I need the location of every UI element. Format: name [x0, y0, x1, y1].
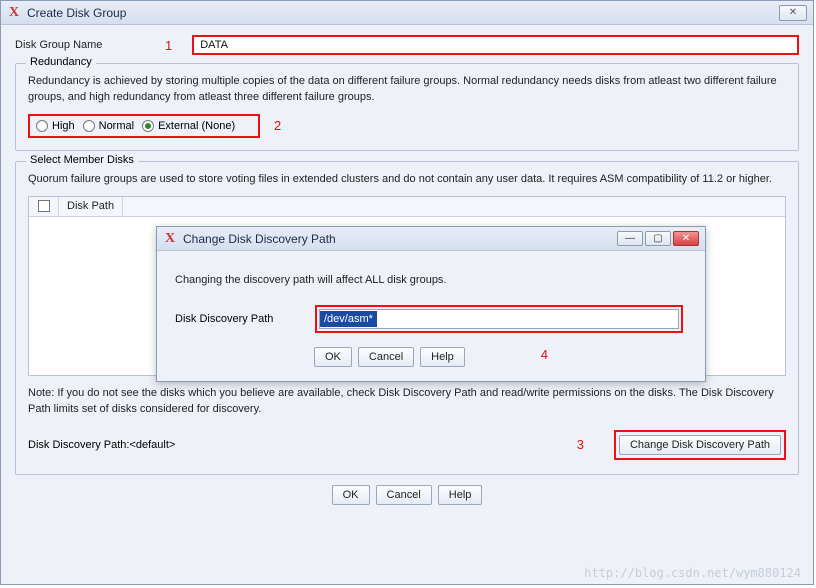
select-all-checkbox[interactable] [38, 200, 50, 212]
modal-field-label: Disk Discovery Path [175, 313, 315, 325]
redundancy-legend: Redundancy [26, 56, 96, 68]
modal-warning: Changing the discovery path will affect … [175, 273, 687, 289]
annotation-4: 4 [541, 347, 548, 367]
annotation-1: 1 [165, 38, 172, 53]
modal-titlebar: X Change Disk Discovery Path — ▢ ✕ [157, 227, 705, 251]
redundancy-high-label: High [52, 120, 75, 132]
window-close-button[interactable]: ✕ [779, 5, 807, 21]
member-note: Note: If you do not see the disks which … [28, 386, 786, 418]
disk-table-header: Disk Path [29, 197, 785, 217]
radio-dot-icon [83, 120, 95, 132]
redundancy-external-radio[interactable]: External (None) [142, 120, 235, 132]
member-legend: Select Member Disks [26, 154, 138, 166]
main-window: X Create Disk Group ✕ Disk Group Name 1 … [0, 0, 814, 585]
modal-maximize-button[interactable]: ▢ [645, 231, 671, 246]
modal-ok-button[interactable]: OK [314, 347, 352, 367]
discovery-path-input[interactable]: /dev/asm* [319, 309, 679, 329]
member-description: Quorum failure groups are used to store … [28, 172, 786, 188]
watermark: http://blog.csdn.net/wym880124 [584, 566, 801, 580]
modal-help-button[interactable]: Help [420, 347, 465, 367]
change-discovery-path-button[interactable]: Change Disk Discovery Path [619, 435, 781, 455]
disk-path-header[interactable]: Disk Path [59, 197, 123, 216]
app-icon: X [163, 232, 177, 246]
discovery-path-label: Disk Discovery Path:<default> [28, 439, 175, 451]
footer-buttons: OK Cancel Help [15, 485, 799, 505]
annotation-3: 3 [577, 437, 584, 452]
ok-button[interactable]: OK [332, 485, 370, 505]
help-button[interactable]: Help [438, 485, 483, 505]
titlebar: X Create Disk Group ✕ [1, 1, 813, 25]
redundancy-normal-radio[interactable]: Normal [83, 120, 134, 132]
radio-dot-icon [142, 120, 154, 132]
radio-dot-icon [36, 120, 48, 132]
app-icon: X [7, 6, 21, 20]
modal-title: Change Disk Discovery Path [183, 232, 336, 246]
cancel-button[interactable]: Cancel [376, 485, 432, 505]
disk-group-name-input[interactable] [192, 35, 799, 55]
redundancy-radios: High Normal External (None) [28, 114, 260, 138]
window-title: Create Disk Group [27, 6, 126, 20]
redundancy-description: Redundancy is achieved by storing multip… [28, 74, 786, 106]
redundancy-group: Redundancy Redundancy is achieved by sto… [15, 63, 799, 151]
discovery-path-dialog: X Change Disk Discovery Path — ▢ ✕ Chang… [156, 226, 706, 382]
modal-close-button[interactable]: ✕ [673, 231, 699, 246]
modal-cancel-button[interactable]: Cancel [358, 347, 414, 367]
discovery-path-value: /dev/asm* [320, 311, 377, 327]
disk-group-name-label: Disk Group Name [15, 39, 175, 51]
annotation-2: 2 [274, 118, 281, 133]
modal-minimize-button[interactable]: — [617, 231, 643, 246]
redundancy-external-label: External (None) [158, 120, 235, 132]
redundancy-high-radio[interactable]: High [36, 120, 75, 132]
redundancy-normal-label: Normal [99, 120, 134, 132]
